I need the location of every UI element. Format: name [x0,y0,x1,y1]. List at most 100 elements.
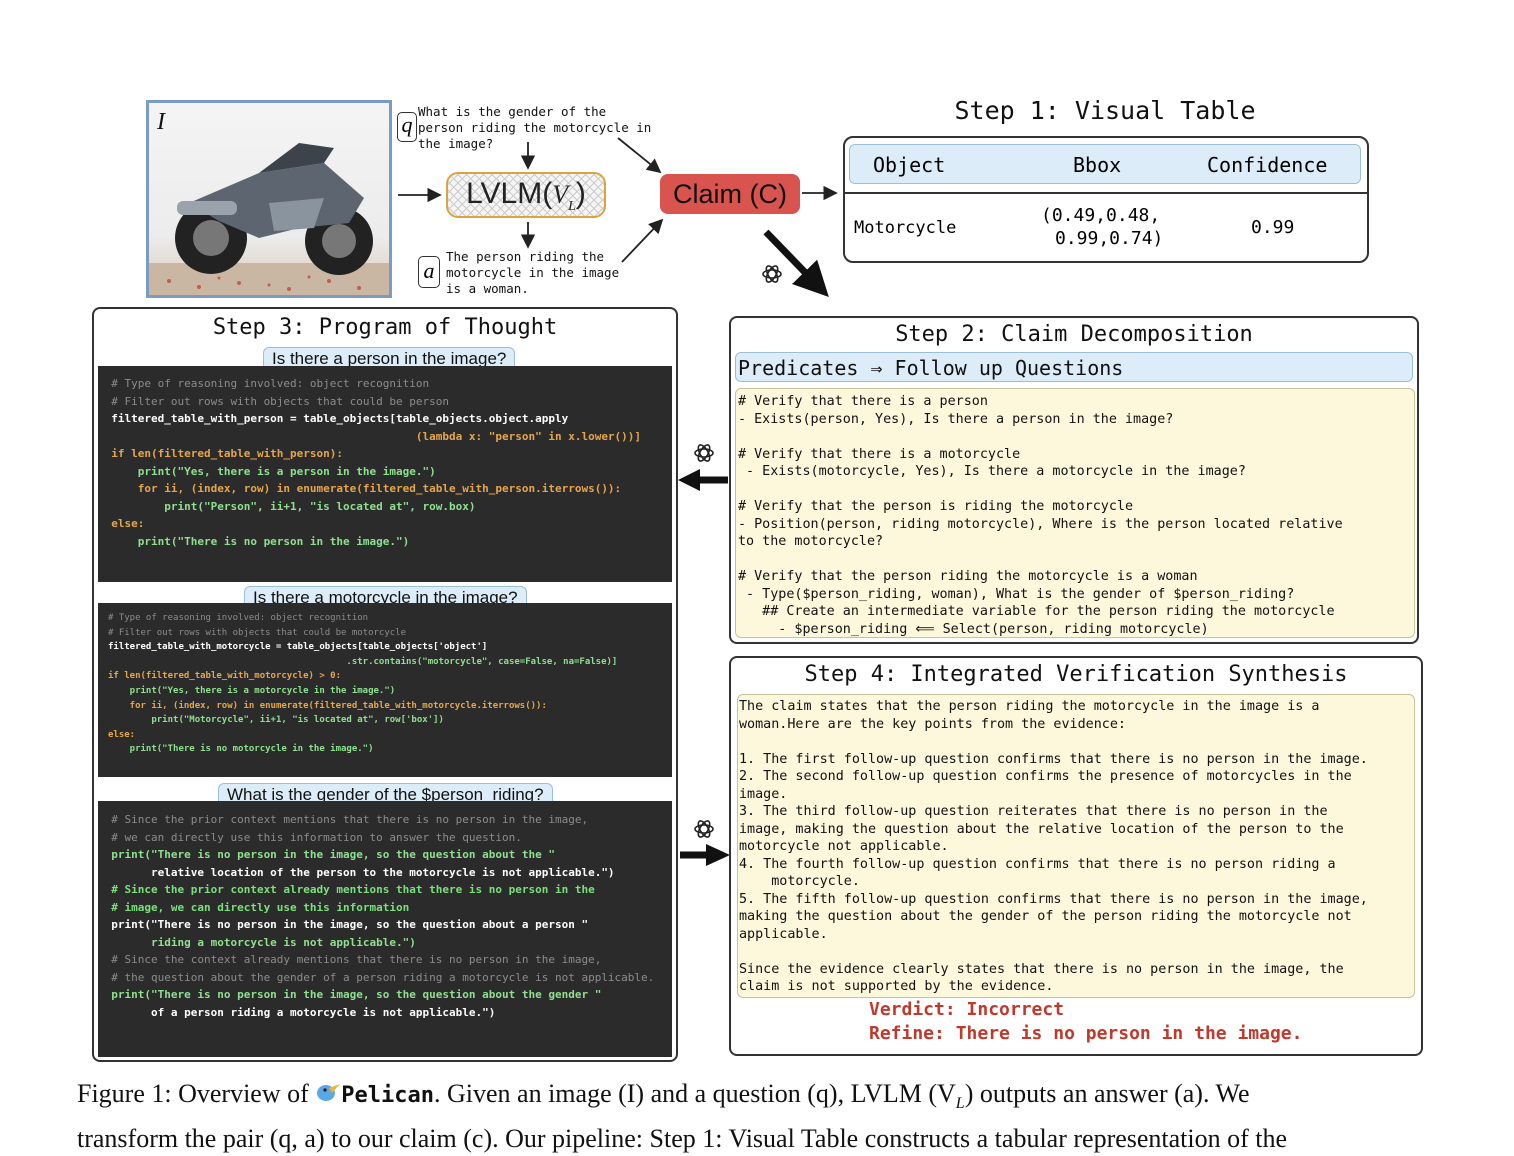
header-object: Object [873,153,946,177]
header-bbox: Bbox [1073,153,1122,177]
code-line: # Filter out rows with objects that coul… [108,627,407,638]
synthesis-line: 4. The fourth follow-up question confirm… [739,856,1336,872]
code-block: # Since the prior context mentions that … [98,801,672,1057]
predicate-line: # Verify that the person riding the moto… [738,569,1198,584]
caption-line1-end: ) outputs an answer (a). We [964,1079,1250,1108]
table-divider [845,192,1367,194]
code-line: print("There is no motorcycle in the ima… [108,744,374,755]
predicate-line: - Position(person, riding motorcycle), W… [738,516,1343,532]
synthesis-line [739,943,1414,961]
code-line: relative location of the person to the m… [98,865,615,879]
code-line: # image, we can directly use this inform… [98,900,410,914]
step3-title: Step 3: Program of Thought [212,315,558,340]
synthesis-line: motorcycle. [739,874,860,889]
synthesis-line: The claim states that the person riding … [739,699,1320,714]
code-line: filtered_table_with_motorcycle = table_o… [108,642,488,653]
predicate-line [738,551,1414,569]
predicate-line [738,481,1414,499]
synthesis-line: 3. The third follow-up question reiterat… [739,804,1328,819]
code-line: # Since the context already mentions tha… [98,953,602,966]
step3-panel: Step 3: Program of Thought Is there a pe… [92,307,678,1062]
bbox-line: (0.49,0.48, [1041,205,1161,226]
predicate-line: - $person_riding ⟸ Select(person, riding… [738,621,1209,637]
cell-confidence: 0.99 [1251,217,1295,238]
synthesis-line: 1. The first follow-up question confirms… [739,751,1368,767]
code-line: print("There is no person in the image."… [98,534,410,548]
code-lines: # Type of reasoning involved: object rec… [98,603,672,757]
openai-icon [692,441,716,465]
code-line: # Since the prior context mentions that … [98,813,589,826]
predicate-line: - Type($person_riding, woman), What is t… [738,586,1295,602]
code-line: for ii, (index, row) in enumerate(filter… [98,482,622,495]
code-line: .str.contains("motorcycle", case=False, … [108,656,618,667]
synthesis-line: image. [739,786,788,802]
caption-sub: L [955,1095,965,1113]
code-line: print("There is no person in the image, … [98,988,602,1001]
synthesis-line: motorcycle not applicable. [739,839,949,854]
code-line: print("There is no person in the image, … [98,848,555,861]
code-line: # the question about the gender of a per… [98,970,655,984]
code-line: if len(filtered_table_with_person): [98,447,344,460]
synthesis-line: woman.Here are the key points from the e… [739,716,1126,732]
step1-table: Object Bbox Confidence Motorcycle (0.49,… [843,136,1369,263]
predicate-line: # Verify that the person is riding the m… [738,499,1134,514]
code-line: # we can directly use this information t… [98,830,522,844]
caption-prefix: Figure 1: Overview of [77,1079,316,1108]
code-line: print("Yes, there is a motorcycle in the… [108,685,396,696]
predicate-line: - Exists(person, Yes), Is there a person… [738,411,1174,427]
caption-line1: Figure 1: Overview of Pelican. Given an … [77,1076,1457,1121]
step1-title: Step 1: Visual Table [954,96,1256,125]
synthesis-line: 5. The fifth follow-up question confirms… [739,891,1368,907]
step2-panel: Step 2: Claim Decomposition Predicates ⇒… [729,316,1419,644]
code-lines: # Type of reasoning involved: object rec… [98,366,672,550]
synthesis-line: making the question about the gender of … [739,909,1352,924]
predicates-list: # Verify that there is a person - Exists… [735,388,1415,638]
predicate-line [738,428,1414,446]
synthesis-line: applicable. [739,926,828,942]
code-line: print("Motorcycle", ii+1, "is located at… [108,715,444,726]
step4-title: Step 4: Integrated Verification Synthesi… [804,662,1348,687]
cell-object: Motorcycle [854,218,957,238]
figure-caption: Figure 1: Overview of Pelican. Given an … [77,1076,1457,1156]
code-line: if len(filtered_table_with_motorcycle) >… [108,671,341,682]
code-line: print("Yes, there is a person in the ima… [98,464,436,478]
code-line: print("Person", ii+1, "is located at", r… [98,499,476,513]
code-lines: # Since the prior context mentions that … [98,801,672,1021]
code-line: riding a motorcycle is not applicable.") [98,935,416,949]
code-line: filtered_table_with_person = table_objec… [98,412,569,425]
pelican-name: Pelican [341,1083,434,1108]
predicate-line: ## Create an intermediate variable for t… [738,604,1335,619]
synthesis-line: claim is not supported by the evidence. [739,979,1054,994]
code-line: of a person riding a motorcycle is not a… [98,1005,496,1019]
predicate-line: # Verify that there is a motorcycle [738,446,1021,462]
synthesis-text: The claim states that the person riding … [737,694,1415,998]
caption-line1-rest: . Given an image (I) and a question (q),… [434,1079,956,1108]
predicate-lines: # Verify that there is a person - Exists… [736,389,1414,638]
openai-icon [760,262,784,286]
code-block: # Type of reasoning involved: object rec… [98,366,672,582]
code-line: # Type of reasoning involved: object rec… [98,377,430,390]
predicate-line: - Exists(motorcycle, Yes), Is there a mo… [738,464,1246,479]
bbox-line: 0.99,0.74) [1055,228,1164,249]
synthesis-lines: The claim states that the person riding … [738,695,1414,996]
pelican-icon [315,1078,341,1102]
code-line: # Type of reasoning involved: object rec… [108,613,369,623]
step4-panel: Step 4: Integrated Verification Synthesi… [729,656,1423,1056]
arrow-left [678,469,728,491]
predicate-line: to the motorcycle? [738,534,884,549]
code-line: else: [108,729,136,740]
step2-title: Step 2: Claim Decomposition [895,322,1253,347]
refine-text: Refine: There is no person in the image. [869,1023,1303,1044]
caption-line2: transform the pair (q, a) to our claim (… [77,1124,1288,1154]
code-line: # Since the prior context already mentio… [98,883,595,896]
synthesis-line: image, making the question about the rel… [739,821,1344,837]
header-confidence: Confidence [1207,153,1328,177]
synthesis-line: 2. The second follow-up question confirm… [739,769,1352,784]
predicates-header: Predicates ⇒ Follow up Questions [735,352,1413,382]
arrow-right [680,844,730,866]
code-line: else: [98,517,145,530]
cell-bbox: (0.49,0.48, 0.99,0.74) [1041,204,1163,250]
predicate-line: # Verify that there is a person [738,394,988,409]
openai-icon [692,817,716,841]
code-line: print("There is no person in the image, … [98,918,589,931]
